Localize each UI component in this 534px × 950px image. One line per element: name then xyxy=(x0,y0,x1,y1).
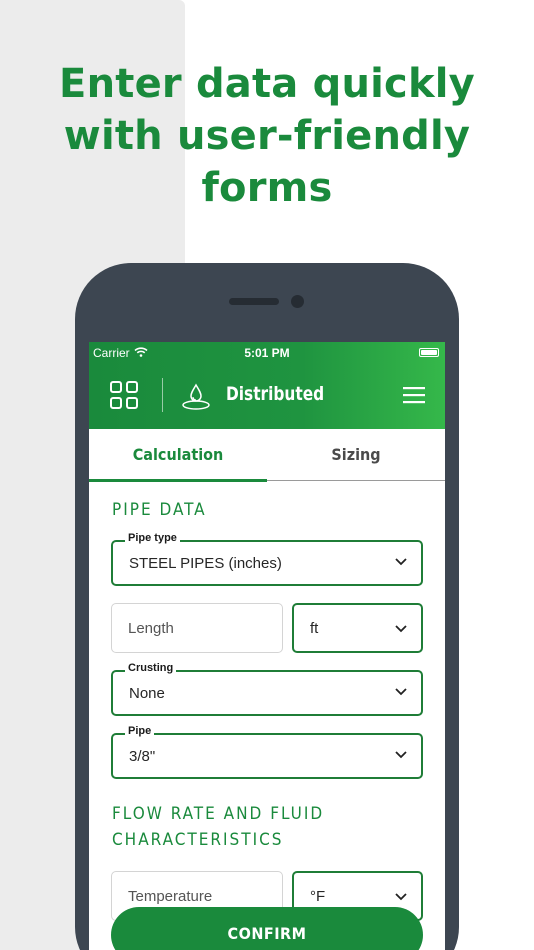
pipe-type-value: STEEL PIPES (inches) xyxy=(129,555,282,572)
chevron-down-icon xyxy=(395,751,407,759)
grid-icon[interactable] xyxy=(109,380,139,410)
pipe-data-title: PIPE DATA xyxy=(112,500,207,520)
app-title: Distributed xyxy=(226,383,325,405)
pipe-label: Pipe xyxy=(125,725,155,737)
app-bar: Carrier 5:01 PM Distributed xyxy=(89,342,445,429)
tab-calculation[interactable]: Calculation xyxy=(89,429,267,480)
pipe-type-select[interactable]: Pipe type STEEL PIPES (inches) xyxy=(111,532,423,586)
status-bar: Carrier 5:01 PM xyxy=(89,344,445,362)
chevron-down-icon xyxy=(395,893,407,901)
crusting-label: Crusting xyxy=(125,662,177,674)
tab-sizing[interactable]: Sizing xyxy=(267,429,445,480)
chevron-down-icon xyxy=(395,688,407,696)
app-bar-divider xyxy=(162,378,163,412)
pipe-value: 3/8" xyxy=(129,748,156,765)
length-input[interactable]: Length xyxy=(111,603,283,653)
headline-line-2: with user-friendly xyxy=(63,113,471,159)
battery-icon xyxy=(419,348,439,357)
pipe-type-label: Pipe type xyxy=(125,532,180,544)
temperature-unit-value: °F xyxy=(310,888,326,905)
hamburger-menu-icon[interactable] xyxy=(403,385,425,405)
crusting-value: None xyxy=(129,685,165,702)
app-screen: Carrier 5:01 PM Distributed Calculation … xyxy=(89,342,445,950)
status-time: 5:01 PM xyxy=(244,346,290,360)
headline: Enter data quickly with user-friendly fo… xyxy=(0,58,534,214)
flow-rate-title-line-2: CHARACTERISTICS xyxy=(112,830,284,850)
active-tab-indicator xyxy=(89,479,267,482)
temperature-placeholder: Temperature xyxy=(128,888,213,905)
flow-rate-title: FLOW RATE AND FLUID CHARACTERISTICS xyxy=(112,801,324,853)
water-drop-icon xyxy=(182,383,210,410)
length-unit-select[interactable]: ft xyxy=(292,603,423,653)
headline-line-3: forms xyxy=(201,165,333,211)
phone-camera xyxy=(291,295,304,308)
phone-speaker xyxy=(229,298,279,305)
headline-line-1: Enter data quickly xyxy=(59,61,475,107)
length-placeholder: Length xyxy=(128,620,174,637)
chevron-down-icon xyxy=(395,625,407,633)
pipe-select[interactable]: Pipe 3/8" xyxy=(111,725,423,779)
crusting-select[interactable]: Crusting None xyxy=(111,662,423,716)
tab-bar: Calculation Sizing xyxy=(89,429,445,482)
confirm-button[interactable]: CONFIRM xyxy=(111,907,423,950)
chevron-down-icon xyxy=(395,558,407,566)
flow-rate-title-line-1: FLOW RATE AND FLUID xyxy=(112,804,325,824)
length-unit-value: ft xyxy=(310,620,319,637)
